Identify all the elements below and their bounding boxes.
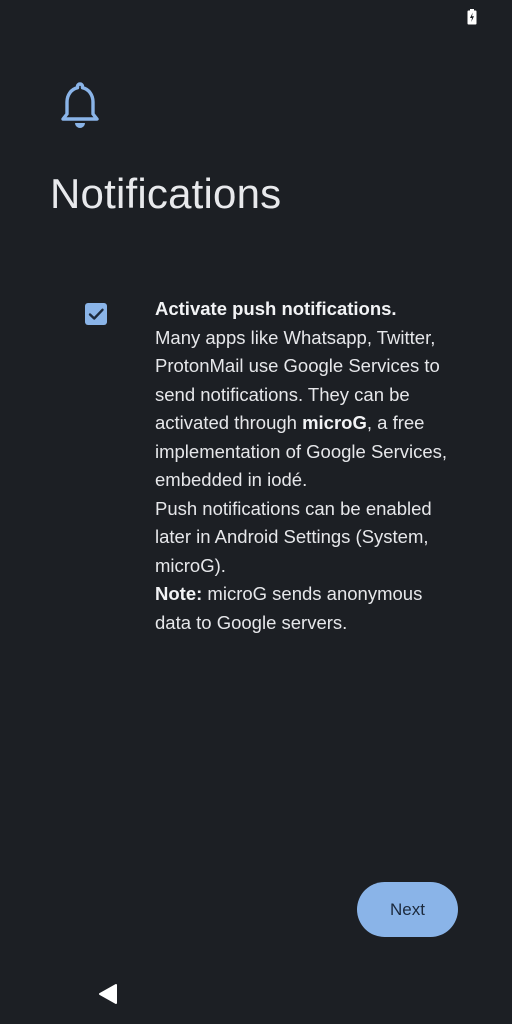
navigation-bar	[0, 964, 512, 1024]
microg-highlight: microG	[302, 412, 367, 433]
bell-icon	[61, 82, 99, 128]
push-notifications-description: Activate push notifications. Many apps l…	[155, 295, 455, 637]
next-button[interactable]: Next	[357, 882, 458, 937]
option-heading: Activate push notifications.	[155, 298, 397, 319]
battery-charging-icon	[467, 9, 477, 25]
status-bar	[0, 0, 512, 36]
setup-screen: Notifications Activate push notification…	[0, 0, 512, 1024]
back-triangle-icon[interactable]	[98, 983, 118, 1005]
checkmark-icon	[88, 308, 104, 320]
page-title: Notifications	[50, 170, 282, 217]
note-label: Note:	[155, 583, 203, 604]
option-text-3: Push notifications can be enabled later …	[155, 497, 432, 576]
push-notifications-checkbox[interactable]	[85, 303, 107, 325]
